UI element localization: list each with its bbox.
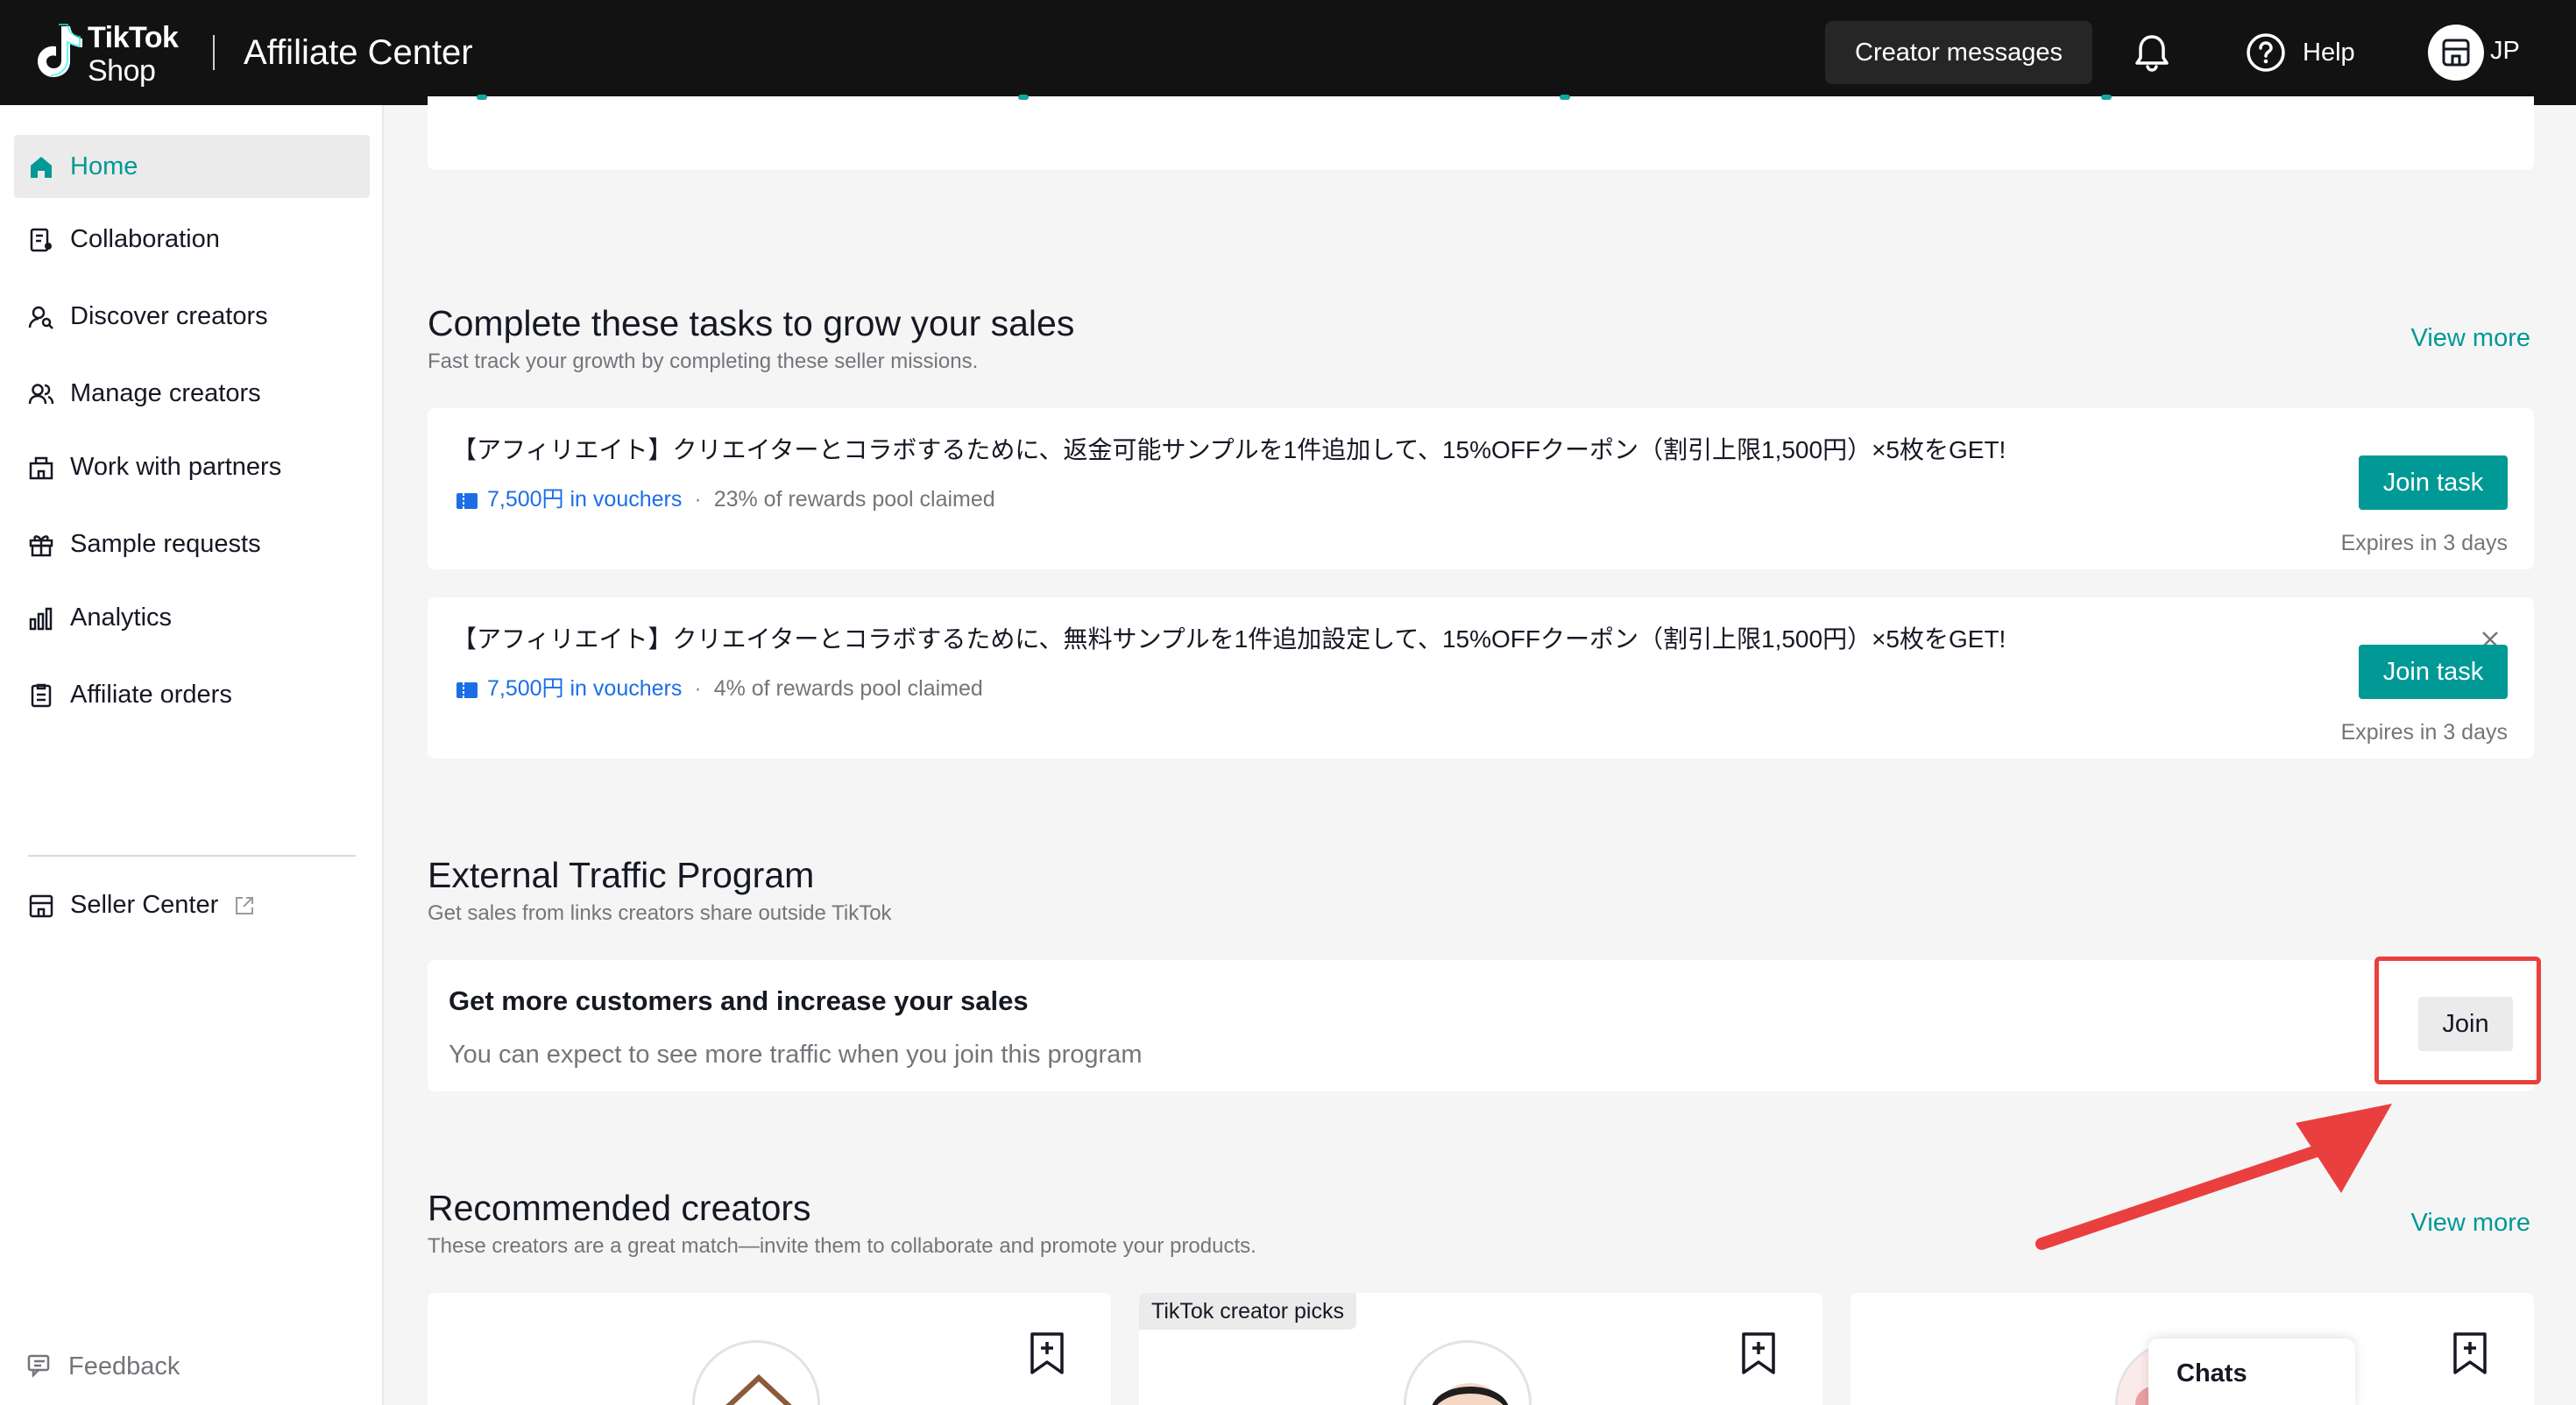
- store-icon: [2442, 39, 2470, 67]
- top-bar: TikTok Shop Affiliate Center Creator mes…: [0, 0, 2576, 105]
- avatar: [1404, 1340, 1532, 1405]
- join-task-button[interactable]: Join task: [2359, 645, 2508, 699]
- sidebar-item-seller-center[interactable]: Seller Center: [14, 873, 370, 936]
- sidebar-item-label: Analytics: [70, 604, 173, 632]
- sidebar-item-work-with-partners[interactable]: Work with partners: [14, 435, 370, 498]
- help-icon[interactable]: [2246, 32, 2286, 73]
- task-expiry: Expires in 3 days: [2340, 720, 2508, 745]
- external-link-icon: [236, 897, 254, 915]
- discover-creators-icon: [28, 306, 53, 329]
- feedback-icon: [27, 1354, 50, 1379]
- rewards-pool-status: 4% of rewards pool claimed: [713, 676, 983, 701]
- metric-fragment: [2101, 95, 2112, 100]
- creator-card[interactable]: TikTok creator picks: [1139, 1293, 1822, 1405]
- tiktok-logo-icon[interactable]: [26, 19, 89, 82]
- task-card: 【アフィリエイト】クリエイターとコラボするために、無料サンプルを1件追加設定して…: [428, 597, 2534, 759]
- sidebar: Home Collaboration Discover creators Man…: [0, 105, 384, 1405]
- gift-icon: [29, 535, 53, 557]
- sidebar-item-label: Work with partners: [70, 453, 282, 481]
- sidebar-item-manage-creators[interactable]: Manage creators: [14, 362, 370, 425]
- bell-icon[interactable]: [2131, 32, 2173, 74]
- region-label[interactable]: JP: [2490, 35, 2520, 67]
- metric-fragment: [1018, 95, 1029, 100]
- chats-widget[interactable]: Chats: [2148, 1338, 2355, 1405]
- task-meta: 7,500円 in vouchers · 4% of rewards pool cl…: [456, 674, 983, 702]
- join-task-button[interactable]: Join task: [2359, 455, 2508, 510]
- voucher-icon: [456, 493, 478, 509]
- home-icon: [31, 157, 52, 178]
- highlight-annotation: [2374, 957, 2541, 1084]
- partners-icon: [29, 456, 53, 480]
- sidebar-item-label: Seller Center: [70, 889, 255, 921]
- sidebar-item-sample-requests[interactable]: Sample requests: [14, 512, 370, 575]
- tasks-section-subtitle: Fast track your growth by completing the…: [428, 349, 979, 373]
- help-link[interactable]: Help: [2303, 37, 2355, 68]
- sidebar-item-affiliate-orders[interactable]: Affiliate orders: [14, 663, 370, 726]
- external-traffic-title: External Traffic Program: [428, 855, 815, 895]
- orders-icon: [31, 683, 52, 708]
- task-title: 【アフィリエイト】クリエイターとコラボするために、返金可能サンプルを1件追加して…: [452, 436, 2006, 463]
- creator-card[interactable]: [428, 1293, 1111, 1405]
- creator-picks-badge: TikTok creator picks: [1139, 1293, 1356, 1330]
- external-traffic-card-title: Get more customers and increase your sal…: [449, 985, 1029, 1016]
- avatar: [692, 1340, 820, 1405]
- metric-fragment: [477, 95, 487, 100]
- task-title: 【アフィリエイト】クリエイターとコラボするために、無料サンプルを1件追加設定して…: [452, 625, 2006, 653]
- sidebar-item-label: Home: [70, 152, 138, 180]
- sidebar-item-discover-creators[interactable]: Discover creators: [14, 285, 370, 348]
- bookmark-icon[interactable]: [1029, 1331, 1065, 1375]
- manage-creators-icon: [28, 384, 54, 405]
- recommended-title: Recommended creators: [428, 1188, 811, 1228]
- sidebar-item-label: Collaboration: [70, 225, 220, 253]
- sidebar-item-label: Discover creators: [70, 302, 268, 330]
- external-traffic-card-subtitle: You can expect to see more traffic when …: [449, 1041, 1143, 1069]
- external-traffic-subtitle: Get sales from links creators share outs…: [428, 901, 892, 925]
- collaboration-icon: [30, 228, 52, 252]
- tasks-view-more-link[interactable]: View more: [2411, 322, 2530, 354]
- sidebar-item-label: Sample requests: [70, 530, 261, 558]
- external-traffic-card: Get more customers and increase your sal…: [428, 960, 2534, 1091]
- sidebar-item-label: Manage creators: [70, 379, 261, 407]
- rewards-pool-status: 23% of rewards pool claimed: [713, 487, 995, 512]
- sidebar-item-collaboration[interactable]: Collaboration: [14, 208, 370, 271]
- creator-messages-button[interactable]: Creator messages: [1825, 21, 2092, 84]
- tiktok-shop-wordmark: TikTok Shop: [88, 21, 179, 88]
- sidebar-item-home[interactable]: Home: [14, 135, 370, 198]
- app-title: Affiliate Center: [244, 33, 473, 72]
- sidebar-item-label: Affiliate orders: [70, 681, 232, 709]
- metric-fragment: [1560, 95, 1570, 100]
- task-meta: 7,500円 in vouchers · 23% of rewards pool c…: [456, 485, 995, 513]
- voucher-icon: [456, 682, 478, 698]
- header-divider: [213, 35, 215, 70]
- task-expiry: Expires in 3 days: [2340, 531, 2508, 555]
- arrow-annotation-icon: [2035, 1104, 2392, 1250]
- sidebar-item-analytics[interactable]: Analytics: [14, 586, 370, 649]
- analytics-icon: [29, 607, 53, 631]
- store-icon: [29, 894, 53, 918]
- bookmark-icon[interactable]: [2452, 1331, 2488, 1375]
- bookmark-icon[interactable]: [1740, 1331, 1777, 1375]
- recommended-view-more-link[interactable]: View more: [2411, 1207, 2530, 1239]
- voucher-amount: 7,500円 in vouchers: [487, 487, 683, 512]
- task-card: 【アフィリエイト】クリエイターとコラボするために、返金可能サンプルを1件追加して…: [428, 408, 2534, 569]
- shop-avatar[interactable]: [2428, 25, 2484, 81]
- summary-card: [428, 95, 2534, 170]
- voucher-amount: 7,500円 in vouchers: [487, 676, 683, 701]
- tasks-section-title: Complete these tasks to grow your sales: [428, 303, 1075, 343]
- recommended-subtitle: These creators are a great match—invite …: [428, 1234, 1256, 1258]
- sidebar-divider: [28, 855, 356, 857]
